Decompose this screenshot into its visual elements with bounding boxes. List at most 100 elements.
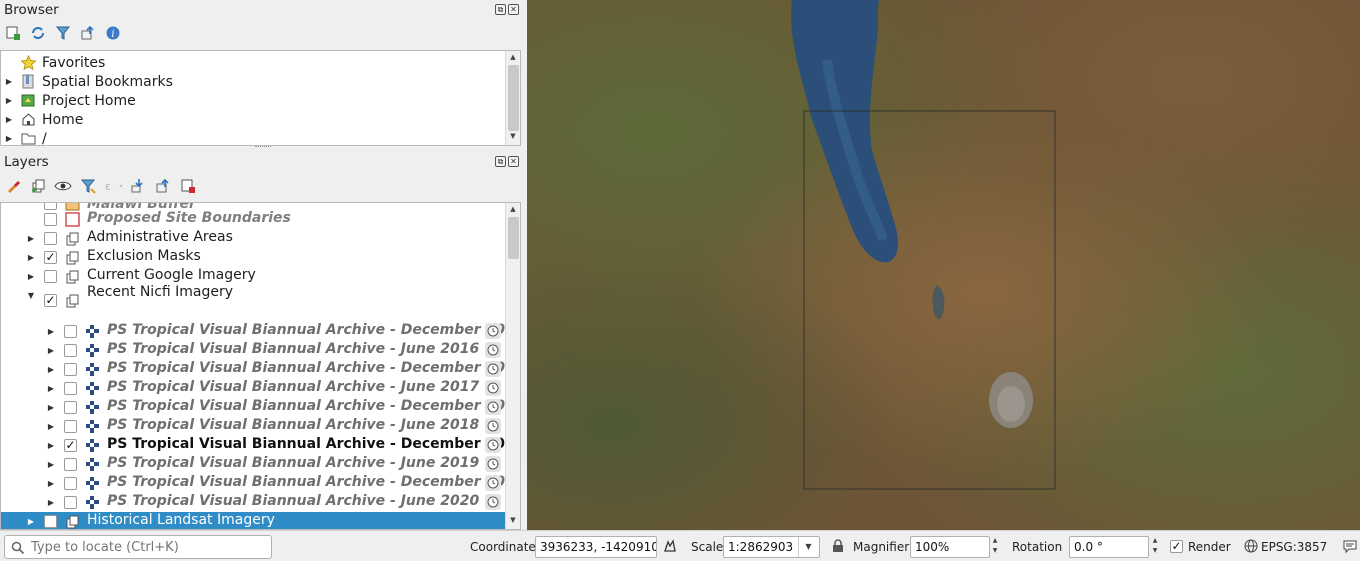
expand-arrow-icon[interactable]: ▶ [47, 327, 55, 336]
layer-item[interactable]: ▶ Current Google Imagery [1, 267, 506, 286]
layer-visibility-checkbox[interactable] [64, 477, 77, 490]
layer-visibility-checkbox[interactable] [64, 382, 77, 395]
chevron-down-icon[interactable]: ▼ [798, 537, 818, 557]
browser-item[interactable]: ▶ Home [1, 110, 506, 129]
browser-item[interactable]: ▶ Spatial Bookmarks [1, 72, 506, 91]
layer-visibility-checkbox[interactable] [64, 363, 77, 376]
layer-visibility-checkbox[interactable] [64, 496, 77, 509]
layer-visibility-checkbox[interactable] [44, 213, 57, 226]
locator-input[interactable] [31, 538, 267, 556]
temporal-clock-icon[interactable] [485, 399, 501, 415]
expand-arrow-icon[interactable]: ▶ [47, 403, 55, 412]
info-icon[interactable]: i [104, 24, 122, 42]
crs-label[interactable]: EPSG:3857 [1261, 540, 1327, 554]
layer-visibility-checkbox[interactable] [44, 270, 57, 283]
map-canvas[interactable] [527, 0, 1360, 530]
add-layer-icon[interactable] [4, 24, 22, 42]
layer-item[interactable]: ▶ PS Tropical Visual Biannual Archive - J… [1, 493, 506, 512]
splitter-handle[interactable] [255, 146, 271, 149]
collapse-all-icon[interactable] [79, 24, 97, 42]
expand-arrow-icon[interactable]: ▶ [5, 134, 13, 143]
temporal-clock-icon[interactable] [485, 342, 501, 358]
layer-visibility-checkbox[interactable] [44, 515, 57, 528]
close-panel-button[interactable]: ✕ [508, 4, 519, 15]
browser-item[interactable]: Favorites [1, 53, 506, 72]
browser-item[interactable]: ▶ / [1, 129, 506, 146]
expand-arrow-icon[interactable]: ▶ [47, 422, 55, 431]
magnifier-field[interactable]: 100% [910, 536, 990, 558]
close-panel-button[interactable]: ✕ [508, 156, 519, 167]
temporal-clock-icon[interactable] [485, 323, 501, 339]
expand-arrow-icon[interactable]: ▶ [27, 253, 35, 262]
visibility-eye-icon[interactable] [54, 177, 72, 195]
layer-visibility-checkbox[interactable]: ✓ [44, 251, 57, 264]
collapse-all-icon[interactable] [154, 177, 172, 195]
refresh-icon[interactable] [29, 24, 47, 42]
layer-item[interactable]: ▶ PS Tropical Visual Biannual Archive - J… [1, 455, 506, 474]
expand-arrow-icon[interactable]: ▶ [47, 365, 55, 374]
temporal-clock-icon[interactable] [485, 494, 501, 510]
expand-arrow-icon[interactable]: ▶ [47, 479, 55, 488]
toggle-extents-icon[interactable] [662, 538, 678, 558]
scale-combobox[interactable]: 1:2862903 ▼ [723, 536, 820, 558]
temporal-clock-icon[interactable] [485, 456, 501, 472]
expand-all-icon[interactable] [129, 177, 147, 195]
locator-bar[interactable] [4, 535, 272, 559]
float-panel-button[interactable]: ⧉ [495, 156, 506, 167]
collapse-arrow-icon[interactable]: ▼ [27, 291, 35, 300]
expand-arrow-icon[interactable]: ▶ [5, 96, 13, 105]
layer-item[interactable]: ▶ PS Tropical Visual Biannual Archive - D… [1, 474, 520, 493]
expand-arrow-icon[interactable]: ▶ [27, 272, 35, 281]
expand-arrow-icon[interactable]: ▶ [5, 77, 13, 86]
layer-item[interactable]: ▶ PS Tropical Visual Biannual Archive - D… [1, 322, 520, 341]
layer-item[interactable]: ▶ PS Tropical Visual Biannual Archive - D… [1, 360, 520, 379]
layer-visibility-checkbox[interactable] [64, 458, 77, 471]
expand-arrow-icon[interactable]: ▶ [47, 441, 55, 450]
layer-item[interactable]: ▶ PS Tropical Visual Biannual Archive - D… [1, 398, 520, 417]
rotation-spinner[interactable]: ▲ ▼ [1148, 536, 1162, 558]
layers-scrollbar[interactable]: ▲ ▼ [505, 203, 520, 529]
temporal-clock-icon[interactable] [485, 380, 501, 396]
temporal-clock-icon[interactable] [485, 361, 501, 377]
layer-visibility-checkbox[interactable] [64, 344, 77, 357]
globe-icon[interactable] [1244, 539, 1258, 557]
layer-item[interactable]: ▶ Administrative Areas [1, 229, 506, 248]
messages-icon[interactable] [1342, 538, 1358, 558]
filter-icon[interactable] [54, 24, 72, 42]
layer-visibility-checkbox[interactable]: ✓ [64, 439, 77, 452]
remove-layer-icon[interactable] [179, 177, 197, 195]
render-checkbox[interactable]: ✓ [1170, 540, 1183, 553]
expand-arrow-icon[interactable]: ▶ [5, 115, 13, 124]
layer-item[interactable]: ▶ PS Tropical Visual Biannual Archive - J… [1, 341, 506, 360]
layer-item[interactable]: Proposed Site Boundaries [1, 210, 506, 229]
add-group-icon[interactable] [29, 177, 47, 195]
lock-icon[interactable] [832, 539, 844, 557]
temporal-clock-icon[interactable] [485, 475, 501, 491]
layer-visibility-checkbox[interactable] [64, 325, 77, 338]
layer-item[interactable]: ▶ Historical Landsat Imagery [1, 512, 506, 529]
layer-visibility-checkbox[interactable]: ✓ [44, 294, 57, 307]
expand-arrow-icon[interactable]: ▶ [47, 346, 55, 355]
layer-visibility-checkbox[interactable] [64, 401, 77, 414]
temporal-clock-icon[interactable] [485, 418, 501, 434]
coordinate-field[interactable]: 3936233, -1420910 [535, 536, 657, 558]
expand-arrow-icon[interactable]: ▶ [27, 234, 35, 243]
layer-visibility-checkbox[interactable] [44, 232, 57, 245]
layer-item[interactable]: ▶ ✓ PS Tropical Visual Biannual Archive - … [1, 436, 520, 455]
expand-arrow-icon[interactable]: ▶ [47, 498, 55, 507]
filter-legend-icon[interactable] [79, 177, 97, 195]
style-manager-icon[interactable] [4, 177, 22, 195]
rotation-field[interactable]: 0.0 ° [1069, 536, 1149, 558]
expand-arrow-icon[interactable]: ▶ [47, 384, 55, 393]
layer-item[interactable]: ▶ PS Tropical Visual Biannual Archive - J… [1, 379, 506, 398]
expand-arrow-icon[interactable]: ▶ [47, 460, 55, 469]
browser-scrollbar[interactable]: ▲ ▼ [505, 51, 520, 145]
layer-visibility-checkbox[interactable] [64, 420, 77, 433]
expand-arrow-icon[interactable]: ▶ [27, 517, 35, 526]
layer-item[interactable]: ▶ ✓ Exclusion Masks [1, 248, 506, 267]
magnifier-spinner[interactable]: ▲ ▼ [988, 536, 1002, 558]
layer-item[interactable]: ▶ PS Tropical Visual Biannual Archive - J… [1, 417, 506, 436]
layer-item[interactable]: ▼ ✓ Recent Nicfi Imagery [1, 284, 506, 308]
temporal-clock-icon[interactable] [485, 437, 501, 453]
layer-checkbox[interactable] [44, 203, 57, 210]
